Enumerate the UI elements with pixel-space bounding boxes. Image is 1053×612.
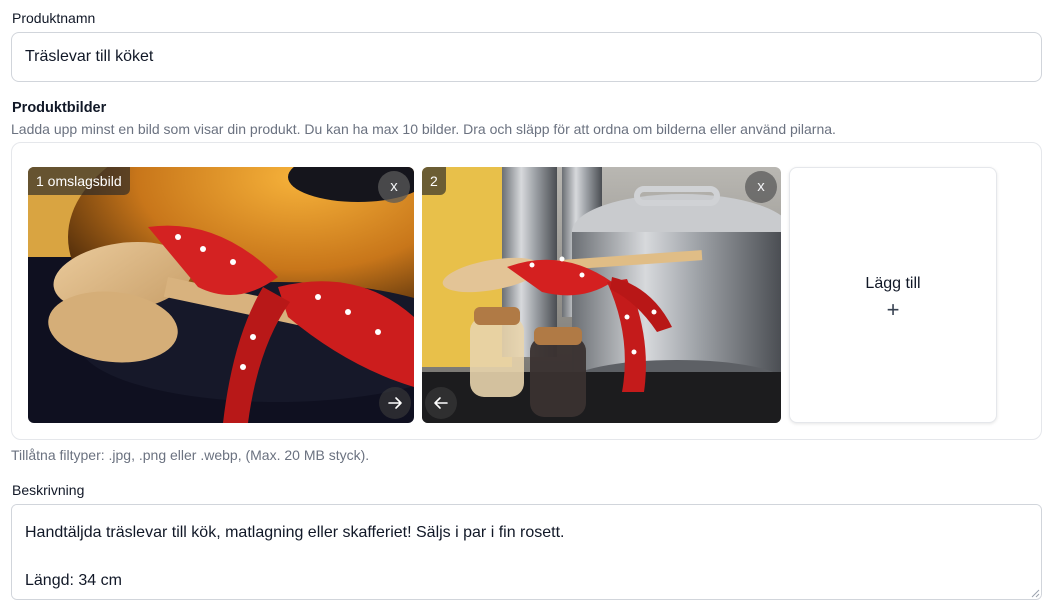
remove-image-2-button[interactable]: x bbox=[745, 171, 777, 203]
add-image-label: Lägg till bbox=[865, 275, 921, 292]
product-photo-1 bbox=[28, 167, 414, 423]
product-image-2[interactable]: 2 x bbox=[422, 167, 781, 423]
product-photo-2 bbox=[422, 167, 781, 423]
product-images-help: Ladda upp minst en bild som visar din pr… bbox=[11, 121, 836, 137]
cover-image-badge: 1 omslagsbild bbox=[28, 167, 130, 195]
add-image-button[interactable]: Lägg till + bbox=[789, 167, 997, 423]
product-name-label: Produktnamn bbox=[12, 10, 96, 26]
arrow-right-icon bbox=[388, 397, 402, 409]
description-textarea[interactable]: Handtäljda träslevar till kök, matlagnin… bbox=[11, 504, 1042, 600]
arrow-left-icon bbox=[434, 397, 448, 409]
file-types-hint: Tillåtna filtyper: .jpg, .png eller .web… bbox=[11, 447, 370, 463]
move-image-2-left-button[interactable] bbox=[425, 387, 457, 419]
plus-icon: + bbox=[886, 297, 900, 322]
product-name-input[interactable] bbox=[11, 32, 1042, 82]
move-image-1-right-button[interactable] bbox=[379, 387, 411, 419]
product-image-1[interactable]: 1 omslagsbild x bbox=[28, 167, 414, 423]
product-images-label: Produktbilder bbox=[12, 100, 107, 116]
image-2-badge: 2 bbox=[422, 167, 446, 195]
resize-handle-icon[interactable] bbox=[1028, 586, 1040, 598]
remove-image-1-button[interactable]: x bbox=[378, 171, 410, 203]
description-label: Beskrivning bbox=[12, 482, 85, 498]
